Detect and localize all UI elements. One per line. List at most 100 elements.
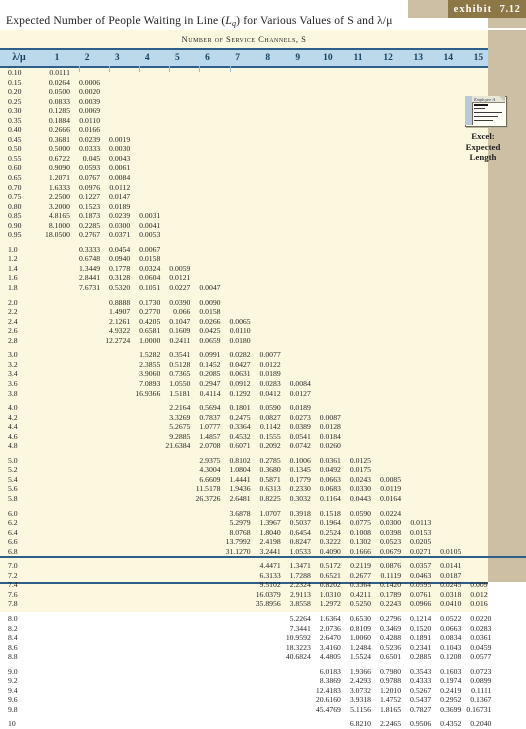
table-cell: 0.2475 xyxy=(229,412,251,422)
column-separator xyxy=(109,66,111,72)
table-cell: 0.0940 xyxy=(109,254,131,264)
row-label: 0.85 xyxy=(8,211,22,221)
table-row: 9.2 8.3869 2.4293 0.9788 0.4333 0.1974 0.0899 xyxy=(0,676,491,686)
table-row: 5.8 26.3726 2.6481 0.8225 0.3032 0.1164 0.0443… xyxy=(0,494,488,504)
row-label: 0.50 xyxy=(8,144,22,154)
table-cell: 0.0361 xyxy=(470,633,492,643)
column-header-2: 2 xyxy=(84,53,90,63)
table-cell: 0.3541 xyxy=(169,350,191,360)
table-cell: 0.8247 xyxy=(289,537,311,547)
table-row: 0.65 1.2071 0.0767 0.0084 xyxy=(0,173,488,183)
table-row: 6.4 8.0768 1.8040 0.6454 0.2524 0.1008 0.0398 0… xyxy=(0,528,488,538)
table-cell: 0.0168 xyxy=(470,599,492,609)
exhibit-page: exhibit 7.12 Expected Number of People W… xyxy=(0,0,526,728)
table-row: 6.6 13.7992 2.4198 0.8247 0.3222 0.1302 0.0523… xyxy=(0,537,488,547)
table-row: 4.8 21.6384 2.0708 0.6071 0.2092 0.0742 0.0260 xyxy=(0,441,488,451)
table-cell: 4.9322 xyxy=(109,326,131,336)
table-cell: 0.0425 xyxy=(199,326,221,336)
row-label: 3.0 xyxy=(8,350,18,360)
table-row: 2.8 12.2724 1.0000 0.2411 0.0659 0.0180 xyxy=(0,336,488,346)
table-row: 1.8 7.6731 0.5320 0.1051 0.0227 0.0047 xyxy=(0,283,488,293)
row-label: 0.70 xyxy=(8,182,22,192)
table-cell: 0.0991 xyxy=(199,350,221,360)
table-cell: 1.9366 xyxy=(349,666,371,676)
table-row: 1.6 2.8441 0.3128 0.0604 0.0121 xyxy=(0,273,488,283)
table-row: 0.95 18.0500 0.2767 0.0371 0.0053 xyxy=(0,230,488,240)
table-cell: 0.5437 xyxy=(410,695,432,705)
table-cell: 35.8956 xyxy=(255,599,281,609)
table-cell: 0.8225 xyxy=(259,493,281,503)
table-cell: 0.0153 xyxy=(410,527,432,537)
table-cell: 0.0019 xyxy=(109,134,131,144)
table-cell: 2.9375 xyxy=(199,455,221,465)
table-row: 5.2 4.3004 1.0804 0.3680 0.1345 0.0492 0.0175 xyxy=(0,465,488,475)
table-group-header: Number of Service Channels, S xyxy=(0,30,488,48)
table-cell: 8.3869 xyxy=(319,676,341,686)
table-row: 6.2 5.2979 1.3967 0.5037 0.1964 0.0775 0.0300 0… xyxy=(0,518,488,528)
table-cell: 0.3364 xyxy=(349,580,371,590)
table-row: 0.50 0.5000 0.0333 0.0030 xyxy=(0,144,488,154)
row-label: 7.4 xyxy=(8,580,18,590)
table-cell: 0.0239 xyxy=(78,134,101,144)
table-cell: 6.6609 xyxy=(199,474,221,484)
table-cell: 0.0522 xyxy=(440,613,462,623)
table-cell: 0.0324 xyxy=(139,263,161,273)
table-cell: 0.0427 xyxy=(229,359,251,369)
table-cell: 0.0084 xyxy=(109,173,131,183)
table-cell: 0.1518 xyxy=(319,508,341,518)
table-cell: 0.0443 xyxy=(349,493,371,503)
table-cell: 0.4532 xyxy=(229,431,251,441)
column-header-3: 3 xyxy=(114,53,120,63)
table-cell: 4.3004 xyxy=(199,465,221,475)
table-cell: 9.2885 xyxy=(169,431,191,441)
table-cell: 3.2000 xyxy=(48,201,70,211)
table-cell: 0.16731 xyxy=(466,704,492,714)
table-cell: 0.2666 xyxy=(48,125,70,135)
table-cell: 1.0000 xyxy=(139,335,161,345)
row-label: 5.6 xyxy=(8,484,18,494)
table-cell: 0.3543 xyxy=(410,666,432,676)
callout-line-3: Length xyxy=(469,152,497,162)
table-cell: 0.0111 xyxy=(49,68,70,77)
table-cell: 0.0020 xyxy=(78,87,101,97)
table-cell: 0.1730 xyxy=(139,297,161,307)
table-cell: 0.8888 xyxy=(109,297,131,307)
table-cell: 0.0500 xyxy=(48,87,70,97)
table-cell: 0.0271 xyxy=(410,546,432,556)
table-cell: 2.4198 xyxy=(259,537,281,547)
table-cell: 0.0595 xyxy=(410,580,432,590)
table-cell: 0.2330 xyxy=(289,484,311,494)
table-row: 0.45 0.3681 0.0239 0.0019 xyxy=(0,135,488,145)
exhibit-tag: exhibit 7.12 xyxy=(448,0,526,18)
row-label: 1.6 xyxy=(8,273,18,283)
row-label: 3.6 xyxy=(8,378,18,388)
row-label: 8.0 xyxy=(8,613,18,623)
table-row: 7.8 35.8956 3.8558 1.2972 0.5250 0.2243 0.0966… xyxy=(0,599,492,609)
table-cell: 0.4211 xyxy=(350,589,371,599)
table-cell: 0.0273 xyxy=(289,412,311,422)
table-cell: 0.1523 xyxy=(78,201,101,211)
table-cell: 0.2285 xyxy=(78,220,101,230)
table-cell: 0.0189 xyxy=(289,403,311,413)
table-cell: 0.6313 xyxy=(259,484,281,494)
table-cell: 0.5037 xyxy=(289,518,311,528)
table-cell: 0.0220 xyxy=(470,613,492,623)
table-cell: 0.2952 xyxy=(440,695,462,705)
table-cell: 0.0833 xyxy=(48,96,70,106)
table-cell: 0.5250 xyxy=(349,599,371,609)
table-cell: 0.6530 xyxy=(349,613,371,623)
table-cell: 0.0523 xyxy=(379,537,402,547)
row-label: 0.55 xyxy=(8,153,22,163)
table-cell: 0.1047 xyxy=(169,316,191,326)
column-header-7: 7 xyxy=(235,53,240,63)
table-cell: 5.1156 xyxy=(350,704,371,714)
table-cell: 0.5000 xyxy=(48,144,70,154)
table-cell: 0.0834 xyxy=(440,633,462,643)
table-row: 6.0 3.6878 1.0707 0.3918 0.1518 0.0590 0.0224 xyxy=(0,509,488,519)
table-cell: 0.7837 xyxy=(199,412,221,422)
row-label: 2.0 xyxy=(8,297,18,307)
table-cell: 0.1164 xyxy=(320,493,341,503)
table-cell: 0.1008 xyxy=(349,527,371,537)
table-cell: 0.0085 xyxy=(379,474,402,484)
table-cell: 0.0128 xyxy=(319,422,341,432)
